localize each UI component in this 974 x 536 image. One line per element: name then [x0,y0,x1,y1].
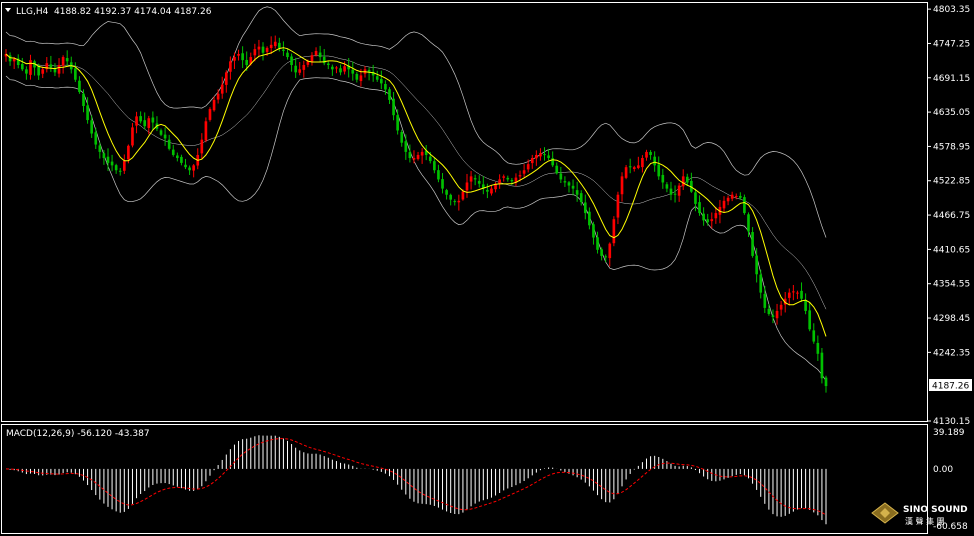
price-tick-label: 4747.25 [933,39,970,49]
price-tick-label: 4691.15 [933,74,970,84]
price-tick-label: 4354.55 [933,280,970,290]
candle [743,194,746,215]
ohlc-values: 4188.82 4192.37 4174.04 4187.26 [54,7,212,17]
price-tick-label: 4578.95 [933,142,970,152]
candle [612,216,616,247]
candle [820,347,824,384]
symbol-label: LLG,H4 [16,7,49,17]
price-tick-label: 4522.85 [933,177,970,187]
current-price-label: 4187.26 [932,382,969,392]
main-price-panel[interactable] [1,2,928,422]
price-tick-label: 4410.65 [933,245,970,255]
macd-tick-label: 39.189 [933,428,965,438]
price-tick-label: 4242.35 [933,348,970,358]
macd-label: MACD(12,26,9) -56.120 -43.387 [6,429,150,439]
candle [208,107,212,122]
price-tick-label: 4130.15 [933,417,970,427]
price-tick-label: 4803.35 [933,5,970,15]
current-price-tag: 4187.26 [929,379,972,392]
price-tick-label: 4298.45 [933,314,970,324]
logo-chinese-text: 漢 聲 集 團 [905,516,945,526]
price-tick-label: 4466.75 [933,211,970,221]
price-axis: 4803.35 4747.25 4691.15 4635.05 4578.95 4522.… [928,5,970,427]
logo-brand-text: SINO SOUND [903,505,968,515]
price-tick-label: 4635.05 [933,108,970,118]
macd-tick-label: 0.00 [933,465,953,475]
trading-chart[interactable]: LLG,H4 4188.82 4192.37 4174.04 4187.26 4… [0,0,974,536]
